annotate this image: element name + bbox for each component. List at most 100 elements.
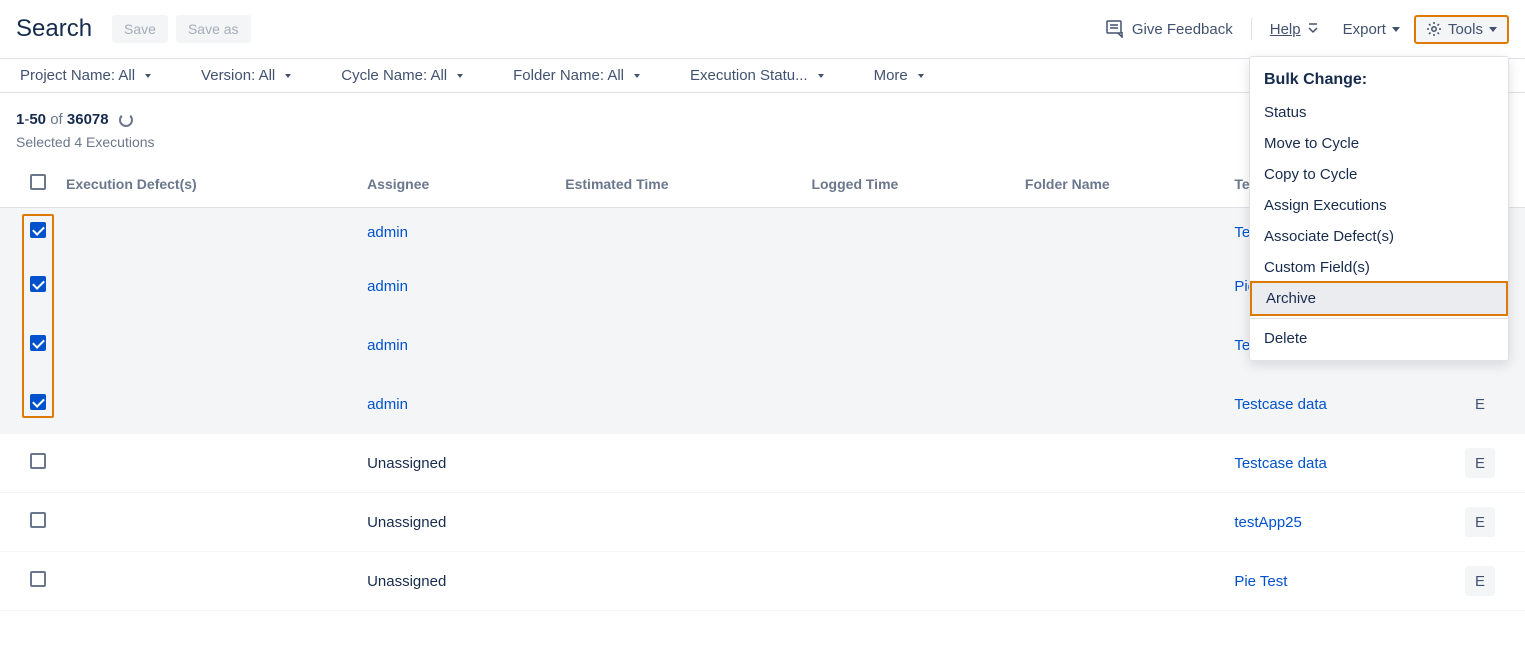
row-checkbox[interactable]	[30, 335, 46, 351]
export-dropdown[interactable]: Export	[1333, 15, 1410, 44]
cell-summary[interactable]: Testcase data	[1224, 434, 1455, 493]
help-link[interactable]: Help	[1260, 15, 1329, 44]
col-logged[interactable]: Logged Time	[801, 160, 1014, 208]
cell-defects	[56, 493, 357, 552]
filter-project[interactable]: Project Name: All	[20, 67, 151, 84]
header-actions: Give Feedback Help Export Tools	[1096, 14, 1509, 44]
cell-folder	[1015, 375, 1224, 434]
caret-down-icon	[634, 74, 640, 78]
export-label: Export	[1343, 21, 1386, 38]
cell-summary[interactable]: Testcase data	[1224, 375, 1455, 434]
menu-item-status[interactable]: Status	[1250, 97, 1508, 128]
tools-menu: Bulk Change: StatusMove to CycleCopy to …	[1249, 56, 1509, 361]
row-checkbox[interactable]	[30, 571, 46, 587]
cell-logged	[801, 552, 1014, 611]
help-label: Help	[1270, 21, 1301, 38]
caret-down-icon	[285, 74, 291, 78]
cell-logged	[801, 316, 1014, 375]
col-assignee[interactable]: Assignee	[357, 160, 555, 208]
cell-folder	[1015, 257, 1224, 316]
cell-summary[interactable]: Pie Test	[1224, 552, 1455, 611]
row-checkbox[interactable]	[30, 394, 46, 410]
page-title: Search	[16, 15, 92, 43]
cell-folder	[1015, 552, 1224, 611]
gear-icon	[1426, 21, 1442, 37]
cell-logged	[801, 493, 1014, 552]
row-checkbox[interactable]	[30, 276, 46, 292]
cell-assignee: Unassigned	[357, 434, 555, 493]
tools-dropdown-button[interactable]: Tools	[1414, 15, 1509, 44]
menu-item-copy-to-cycle[interactable]: Copy to Cycle	[1250, 159, 1508, 190]
tools-menu-header: Bulk Change:	[1250, 63, 1508, 97]
row-checkbox[interactable]	[30, 222, 46, 238]
filter-status[interactable]: Execution Statu...	[690, 67, 824, 84]
filter-folder[interactable]: Folder Name: All	[513, 67, 640, 84]
cell-logged	[801, 208, 1014, 257]
cell-estimated	[555, 552, 801, 611]
row-checkbox[interactable]	[30, 453, 46, 469]
menu-item-custom-field-s-[interactable]: Custom Field(s)	[1250, 252, 1508, 283]
caret-down-icon	[918, 74, 924, 78]
refresh-icon[interactable]	[119, 113, 133, 127]
filter-more[interactable]: More	[874, 67, 924, 84]
menu-separator	[1250, 318, 1508, 319]
table-row[interactable]: Unassigned Pie Test E	[0, 552, 1525, 611]
cell-defects	[56, 316, 357, 375]
caret-down-icon	[818, 74, 824, 78]
cell-defects	[56, 257, 357, 316]
caret-down-icon	[457, 74, 463, 78]
cell-estimated	[555, 375, 801, 434]
menu-item-associate-defect-s-[interactable]: Associate Defect(s)	[1250, 221, 1508, 252]
execute-button[interactable]: E	[1465, 566, 1495, 596]
col-estimated[interactable]: Estimated Time	[555, 160, 801, 208]
cell-assignee[interactable]: admin	[357, 257, 555, 316]
caret-down-icon	[1489, 27, 1497, 32]
save-as-button[interactable]: Save as	[176, 15, 251, 43]
filter-version[interactable]: Version: All	[201, 67, 291, 84]
cell-assignee: Unassigned	[357, 552, 555, 611]
table-row[interactable]: Unassigned Testcase data E	[0, 434, 1525, 493]
menu-item-delete[interactable]: Delete	[1250, 323, 1508, 354]
menu-item-assign-executions[interactable]: Assign Executions	[1250, 190, 1508, 221]
col-defects[interactable]: Execution Defect(s)	[56, 160, 357, 208]
cell-logged	[801, 257, 1014, 316]
select-all-checkbox[interactable]	[30, 174, 46, 190]
cell-folder	[1015, 316, 1224, 375]
execute-button[interactable]: E	[1465, 448, 1495, 478]
caret-down-icon	[145, 74, 151, 78]
save-button[interactable]: Save	[112, 15, 168, 43]
give-feedback-label: Give Feedback	[1132, 21, 1233, 38]
help-dropdown-icon	[1307, 22, 1319, 36]
row-checkbox[interactable]	[30, 512, 46, 528]
cell-estimated	[555, 316, 801, 375]
cell-assignee[interactable]: admin	[357, 208, 555, 257]
cell-logged	[801, 375, 1014, 434]
cell-folder	[1015, 208, 1224, 257]
col-folder[interactable]: Folder Name	[1015, 160, 1224, 208]
menu-item-archive[interactable]: Archive	[1250, 281, 1508, 316]
menu-item-move-to-cycle[interactable]: Move to Cycle	[1250, 128, 1508, 159]
cell-summary[interactable]: testApp25	[1224, 493, 1455, 552]
cell-defects	[56, 552, 357, 611]
cell-assignee: Unassigned	[357, 493, 555, 552]
table-row[interactable]: admin Testcase data E	[0, 375, 1525, 434]
give-feedback-link[interactable]: Give Feedback	[1096, 14, 1243, 44]
cell-assignee[interactable]: admin	[357, 375, 555, 434]
cell-estimated	[555, 257, 801, 316]
tools-label: Tools	[1448, 21, 1483, 38]
cell-defects	[56, 208, 357, 257]
cell-folder	[1015, 434, 1224, 493]
cell-estimated	[555, 434, 801, 493]
filter-cycle[interactable]: Cycle Name: All	[341, 67, 463, 84]
cell-assignee[interactable]: admin	[357, 316, 555, 375]
cell-defects	[56, 375, 357, 434]
cell-estimated	[555, 493, 801, 552]
feedback-icon	[1106, 20, 1126, 38]
execute-button[interactable]: E	[1465, 389, 1495, 419]
separator	[1251, 18, 1252, 40]
table-row[interactable]: Unassigned testApp25 E	[0, 493, 1525, 552]
execute-button[interactable]: E	[1465, 507, 1495, 537]
cell-defects	[56, 434, 357, 493]
cell-folder	[1015, 493, 1224, 552]
cell-logged	[801, 434, 1014, 493]
